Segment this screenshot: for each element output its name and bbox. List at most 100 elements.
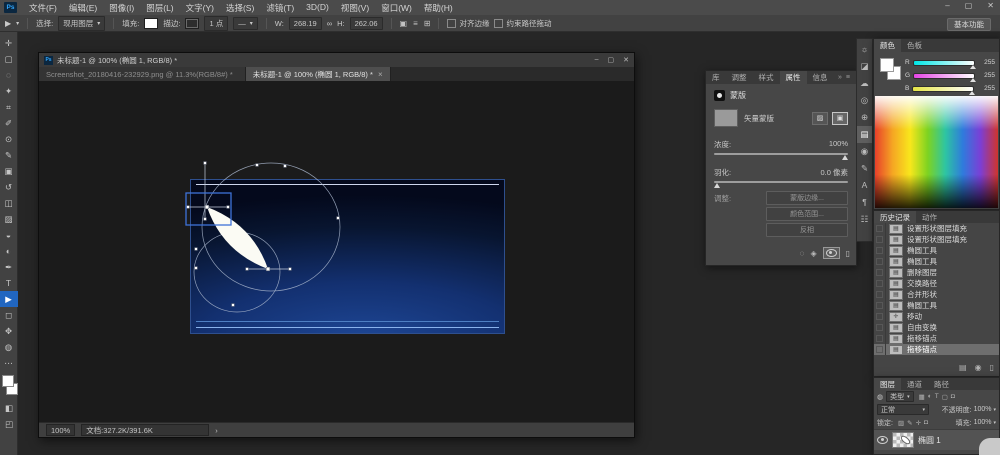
document-tab[interactable]: Screenshot_20180416-232929.png @ 11.3%(R… xyxy=(39,67,246,81)
menu-item[interactable]: 滤镜(T) xyxy=(266,2,294,14)
mask-edge-button[interactable]: 蒙版边缘... xyxy=(766,191,848,205)
histogram-icon[interactable]: ◪ xyxy=(857,58,872,75)
lock-position-icon[interactable]: ✛ xyxy=(916,419,921,427)
character-icon[interactable]: A xyxy=(857,177,872,194)
green-slider-handle[interactable] xyxy=(970,78,976,82)
minimize-icon[interactable]: – xyxy=(945,1,949,10)
feather-slider-handle[interactable] xyxy=(714,183,720,188)
new-document-from-state-icon[interactable]: ▤ xyxy=(959,363,967,372)
fill-value[interactable]: 100% xyxy=(974,419,992,426)
menu-item[interactable]: 3D(D) xyxy=(306,2,329,14)
path-operations-icon[interactable]: ▣ xyxy=(400,19,408,28)
history-state-row[interactable]: ▤ 拖移锚点 xyxy=(874,344,999,355)
green-value[interactable]: 255 xyxy=(979,72,995,79)
quick-selection-tool[interactable]: ✦ xyxy=(0,83,18,99)
menu-item[interactable]: 图像(I) xyxy=(109,2,134,14)
path-arrangement-icon[interactable]: ⊞ xyxy=(424,19,431,28)
foreground-color-swatch[interactable] xyxy=(880,58,894,72)
blue-value[interactable]: 255 xyxy=(979,85,995,92)
shape-filter-icon[interactable]: ▢ xyxy=(942,393,948,401)
panel-tab[interactable]: 库 xyxy=(706,71,726,84)
shape-tool[interactable]: ◻ xyxy=(0,307,18,323)
panel-tab[interactable]: 路径 xyxy=(928,378,955,390)
move-tool[interactable]: ✛ xyxy=(0,35,18,51)
timeline-icon[interactable]: ☷ xyxy=(857,211,872,228)
edit-toolbar-icon[interactable]: ⋯ xyxy=(0,355,18,371)
menu-item[interactable]: 视图(V) xyxy=(341,2,369,14)
quick-mask-mode-icon[interactable]: ◧ xyxy=(0,400,18,416)
spot-healing-brush-tool[interactable]: ⊙ xyxy=(0,131,18,147)
history-source-well[interactable] xyxy=(874,267,886,278)
panel-tab[interactable]: 动作 xyxy=(916,211,943,223)
adjustments-icon[interactable]: ☼ xyxy=(857,41,872,58)
crop-tool[interactable]: ⌗ xyxy=(0,99,18,115)
brush-tool[interactable]: ✎ xyxy=(0,147,18,163)
align-edges-checkbox[interactable]: 对齐边缘 xyxy=(447,18,489,29)
lasso-tool[interactable]: ◌ xyxy=(0,67,18,83)
menu-item[interactable]: 帮助(H) xyxy=(424,2,453,14)
history-state-row[interactable]: ▤ 设置形状图层填充 xyxy=(874,234,999,245)
history-source-well[interactable] xyxy=(874,311,886,322)
panel-tab[interactable]: 调整 xyxy=(726,71,753,84)
tool-preset-arrow-icon[interactable]: ▾ xyxy=(16,20,19,27)
stroke-width-field[interactable]: 1 点 xyxy=(204,16,228,31)
history-state-row[interactable]: ▤ 椭圆工具 xyxy=(874,300,999,311)
red-slider[interactable] xyxy=(913,60,975,66)
lock-pixels-icon[interactable]: ✎ xyxy=(907,419,912,427)
gradient-tool[interactable]: ▨ xyxy=(0,211,18,227)
layer-visibility-eye-icon[interactable] xyxy=(877,436,888,444)
history-source-well[interactable] xyxy=(874,300,886,311)
menu-item[interactable]: 编辑(E) xyxy=(69,2,97,14)
minimize-icon[interactable]: – xyxy=(595,56,599,64)
apply-mask-icon[interactable]: ◈ xyxy=(810,249,816,258)
color-swatches-widget[interactable] xyxy=(880,58,904,82)
path-selection-tool[interactable]: ▶ xyxy=(0,291,18,307)
history-state-row[interactable]: ▤ 自由变换 xyxy=(874,322,999,333)
history-state-row[interactable]: ▤ 设置形状图层填充 xyxy=(874,223,999,234)
density-slider[interactable] xyxy=(714,153,848,155)
menu-item[interactable]: 窗口(W) xyxy=(381,2,412,14)
feather-value[interactable]: 0.0 像素 xyxy=(820,167,848,178)
path-alignment-icon[interactable]: ≡ xyxy=(413,19,418,28)
maximize-icon[interactable]: ▢ xyxy=(965,1,973,10)
panel-tab[interactable]: 图层 xyxy=(874,378,901,390)
menu-item[interactable]: 文件(F) xyxy=(29,2,57,14)
panel-tab[interactable]: 通道 xyxy=(901,378,928,390)
fill-swatch[interactable] xyxy=(144,18,158,29)
history-state-row[interactable]: ▤ 合并形状 xyxy=(874,289,999,300)
brush-settings-icon[interactable]: ✎ xyxy=(857,160,872,177)
properties-icon[interactable]: ▤ xyxy=(857,126,872,143)
collapse-panel-icon[interactable]: » xyxy=(838,74,842,81)
zoom-level-field[interactable]: 100% xyxy=(46,424,75,436)
lock-transparent-icon[interactable]: ▨ xyxy=(898,419,904,427)
document-title-bar[interactable]: Ps 未标题-1 @ 100% (椭圆 1, RGB/8) * – ▢ ✕ xyxy=(39,53,634,67)
type-filter-icon[interactable]: T xyxy=(935,393,939,401)
workspace-selector-button[interactable]: 基本功能 xyxy=(947,18,991,31)
navigator-icon[interactable]: ◎ xyxy=(857,92,872,109)
blur-tool[interactable]: ◒ xyxy=(0,227,18,243)
panel-tab[interactable]: 色板 xyxy=(901,39,928,52)
mask-visibility-toggle[interactable] xyxy=(823,247,840,259)
red-slider-handle[interactable] xyxy=(970,65,976,69)
dodge-tool[interactable]: ◐ xyxy=(0,243,18,259)
panel-tab[interactable]: 信息 xyxy=(807,71,834,84)
history-source-well[interactable] xyxy=(874,344,886,355)
blend-mode-dropdown[interactable]: 正常 ▾ xyxy=(877,404,929,415)
width-input[interactable]: 268.19 xyxy=(289,17,322,30)
layer-filter-dropdown[interactable]: 类型 ▾ xyxy=(886,391,914,402)
history-source-well[interactable] xyxy=(874,256,886,267)
blue-slider-handle[interactable] xyxy=(969,91,975,95)
history-source-well[interactable] xyxy=(874,278,886,289)
maximize-icon[interactable]: ▢ xyxy=(608,56,615,64)
anchor-points[interactable] xyxy=(187,162,340,307)
load-selection-from-mask-icon[interactable]: ◌ xyxy=(800,249,805,258)
delete-state-icon[interactable]: ▯ xyxy=(990,363,994,372)
eyedropper-tool[interactable]: ✐ xyxy=(0,115,18,131)
new-snapshot-icon[interactable]: ◉ xyxy=(975,363,982,372)
feather-slider[interactable] xyxy=(714,181,848,183)
layer-thumbnail[interactable] xyxy=(892,432,914,448)
history-source-well[interactable] xyxy=(874,223,886,234)
delete-mask-icon[interactable]: ▯ xyxy=(846,249,850,258)
history-state-row[interactable]: ▤ 交换路径 xyxy=(874,278,999,289)
leaf-shape[interactable] xyxy=(207,207,268,269)
